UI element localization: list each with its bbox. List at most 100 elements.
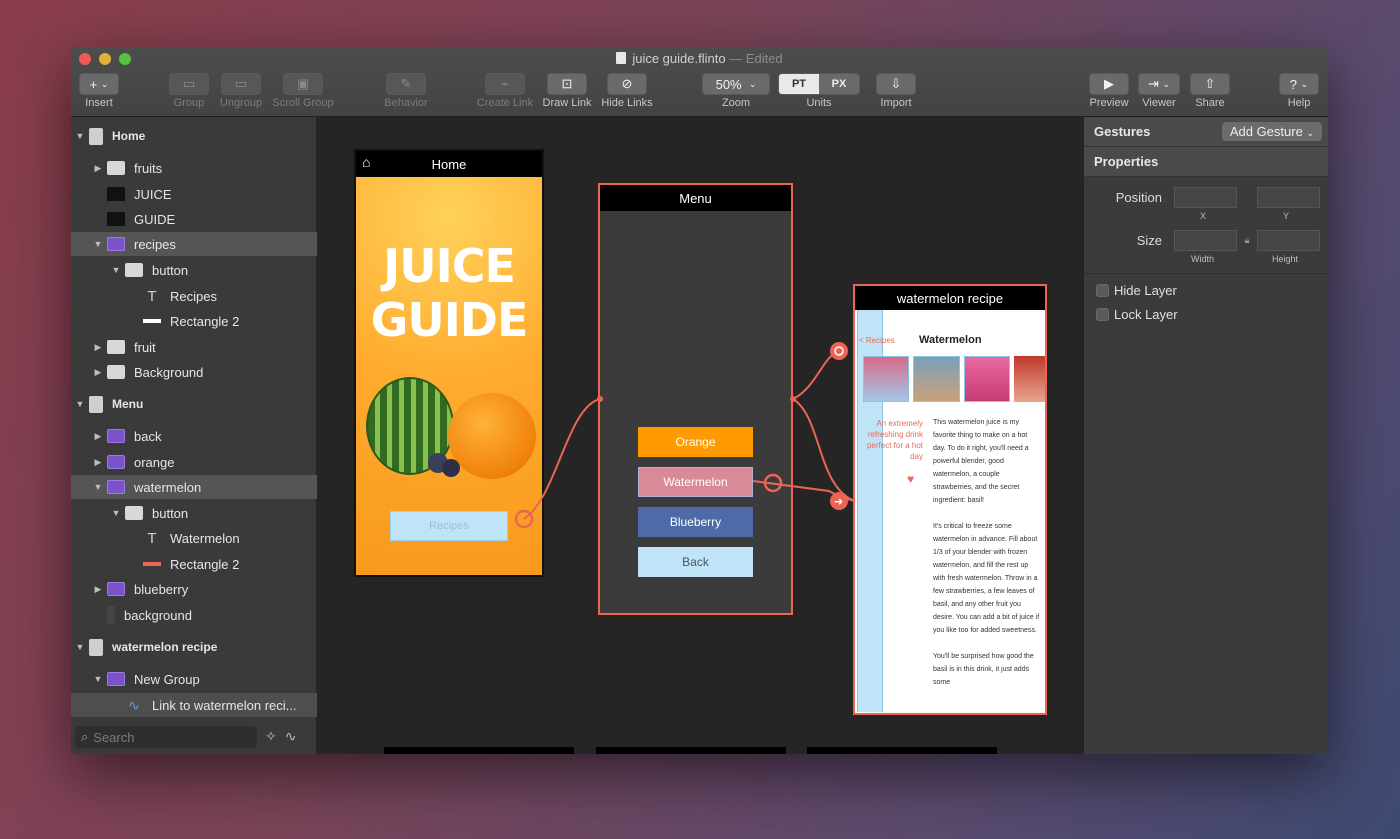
link-filter-icon[interactable]: ∿ [285,728,297,745]
layer-row-watermelon[interactable]: ▼ watermelon [71,475,317,499]
play-icon[interactable]: ▶ [1089,73,1129,95]
wand-icon[interactable]: ✧ [265,728,277,745]
size-width-field[interactable] [1174,230,1237,251]
hide-links-tool[interactable]: ⊘ Hide Links [599,73,655,109]
group-icon[interactable]: ▭ [169,73,209,95]
layer-row-button[interactable]: ▼ button [71,258,317,282]
help-icon[interactable]: ? ⌄ [1279,73,1319,95]
disclosure-closed-icon[interactable]: ▶ [93,584,103,595]
disclosure-open-icon[interactable]: ▼ [75,399,85,409]
orange-button[interactable]: Orange [638,427,753,457]
watermelon-button[interactable]: Watermelon [638,467,753,497]
recipe-photo [963,356,1010,402]
canvas[interactable]: ⌂ Home JUICE GUIDE Recipes Menu Orange W… [317,117,1083,754]
zoom-control[interactable]: 50% ⌄ Zoom [702,73,770,109]
recipe-photo [913,356,960,402]
layer-row-recipes[interactable]: ▼ recipes [71,232,317,256]
scroll-group-tool[interactable]: ▣ Scroll Group [271,73,335,109]
layer-row-orange[interactable]: ▶ orange [71,450,317,474]
size-row: Size 🔒︎ [1084,230,1320,251]
disclosure-closed-icon[interactable]: ▶ [93,367,103,378]
link-target-icon[interactable] [830,492,848,510]
viewer-tool[interactable]: ⇥ ⌄ Viewer [1137,73,1181,109]
disclosure-open-icon[interactable]: ▼ [75,642,85,652]
layer-row-guide[interactable]: GUIDE [71,207,317,231]
layer-row-rectangle-2[interactable]: Rectangle 2 [71,552,317,576]
units-pt-button[interactable]: PT [779,74,819,94]
preview-tool[interactable]: ▶ Preview [1087,73,1131,109]
layer-row-watermelon-recipe[interactable]: ▼ watermelon recipe [71,635,317,659]
layer-row-blueberry[interactable]: ▶ blueberry [71,577,317,601]
hide-layer-checkbox[interactable]: Hide Layer [1096,283,1177,298]
wand-icon[interactable]: ✎ [386,73,426,95]
layer-row-watermelon[interactable]: T Watermelon [71,526,317,550]
help-tool[interactable]: ? ⌄ Help [1278,73,1320,109]
layer-row-back[interactable]: ▶ back [71,424,317,448]
disclosure-open-icon[interactable]: ▼ [93,239,103,249]
search-input[interactable]: ⌕ Search [75,726,257,748]
layer-row-recipes[interactable]: T Recipes [71,284,317,308]
layer-row-menu[interactable]: ▼ Menu [71,392,317,416]
recipes-back-link[interactable]: < Recipes [859,336,895,345]
units-px-button[interactable]: PX [819,74,859,94]
screen-thumbnail[interactable] [807,747,997,754]
recipes-button[interactable]: Recipes [390,511,508,541]
share-tool[interactable]: ⇧ Share [1189,73,1231,109]
link-anchor-icon[interactable] [830,342,848,360]
home-screen[interactable]: ⌂ Home JUICE GUIDE Recipes [354,149,544,577]
disclosure-closed-icon[interactable]: ▶ [93,457,103,468]
layer-label: GUIDE [134,211,176,227]
layer-label: fruits [134,160,163,176]
lock-layer-checkbox[interactable]: Lock Layer [1096,307,1178,322]
import-icon[interactable]: ⇩ [876,73,916,95]
ungroup-icon[interactable]: ▭ [221,73,261,95]
recipe-screen[interactable]: watermelon recipe < Recipes Watermelon A… [853,284,1047,715]
window-title: juice guide.flinto — Edited [71,51,1328,66]
layer-row-link-to-watermelon-reci[interactable]: ∿ Link to watermelon reci... [71,693,317,717]
ungroup-tool[interactable]: ▭ Ungroup [219,73,263,109]
screen-thumbnail[interactable] [596,747,786,754]
disclosure-open-icon[interactable]: ▼ [111,265,121,275]
layer-row-fruit[interactable]: ▶ fruit [71,335,317,359]
draw-link-tool[interactable]: ⊡ Draw Link [541,73,593,109]
insert-tool[interactable]: + ⌄ Insert [79,73,119,109]
menu-screen[interactable]: Menu Orange Watermelon Blueberry Back [598,183,793,615]
group-tool[interactable]: ▭ Group [168,73,210,109]
hide-links-icon[interactable]: ⊘ [607,73,647,95]
layer-row-home[interactable]: ▼ Home [71,124,317,148]
import-tool[interactable]: ⇩ Import [875,73,917,109]
back-button[interactable]: Back [638,547,753,577]
position-x-field[interactable] [1174,187,1237,208]
layer-row-new-group[interactable]: ▼ New Group [71,667,317,691]
layer-row-juice[interactable]: JUICE [71,182,317,206]
disclosure-open-icon[interactable]: ▼ [93,482,103,492]
disclosure-closed-icon[interactable]: ▶ [93,163,103,174]
blueberry-button[interactable]: Blueberry [638,507,753,537]
create-link-tool[interactable]: ⌁ Create Link [475,73,535,109]
layer-row-background[interactable]: ▶ Background [71,360,317,384]
draw-link-icon[interactable]: ⊡ [547,73,587,95]
insert-button[interactable]: + ⌄ [79,73,119,95]
disclosure-closed-icon[interactable]: ▶ [93,431,103,442]
disclosure-open-icon[interactable]: ▼ [111,508,121,518]
behavior-tool[interactable]: ✎ Behavior [382,73,430,109]
create-link-icon[interactable]: ⌁ [485,73,525,95]
position-y-field[interactable] [1257,187,1320,208]
layer-row-button[interactable]: ▼ button [71,501,317,525]
add-gesture-button[interactable]: Add Gesture ⌄ [1221,122,1322,141]
screen-thumbnail[interactable] [384,747,574,754]
layer-row-background[interactable]: background [71,603,317,627]
disclosure-closed-icon[interactable]: ▶ [93,342,103,353]
scroll-group-icon[interactable]: ▣ [283,73,323,95]
share-icon[interactable]: ⇧ [1190,73,1230,95]
viewer-icon[interactable]: ⇥ ⌄ [1138,73,1180,95]
layer-row-fruits[interactable]: ▶ fruits [71,156,317,180]
heart-icon[interactable]: ♥ [907,472,914,486]
layer-row-rectangle-2[interactable]: Rectangle 2 [71,309,317,333]
disclosure-open-icon[interactable]: ▼ [75,131,85,141]
size-height-field[interactable] [1257,230,1320,251]
chevron-down-icon: ⌄ [1162,78,1171,89]
disclosure-open-icon[interactable]: ▼ [93,674,103,684]
zoom-select[interactable]: 50% ⌄ [702,73,770,95]
lock-icon[interactable]: 🔒︎ [1237,235,1257,246]
